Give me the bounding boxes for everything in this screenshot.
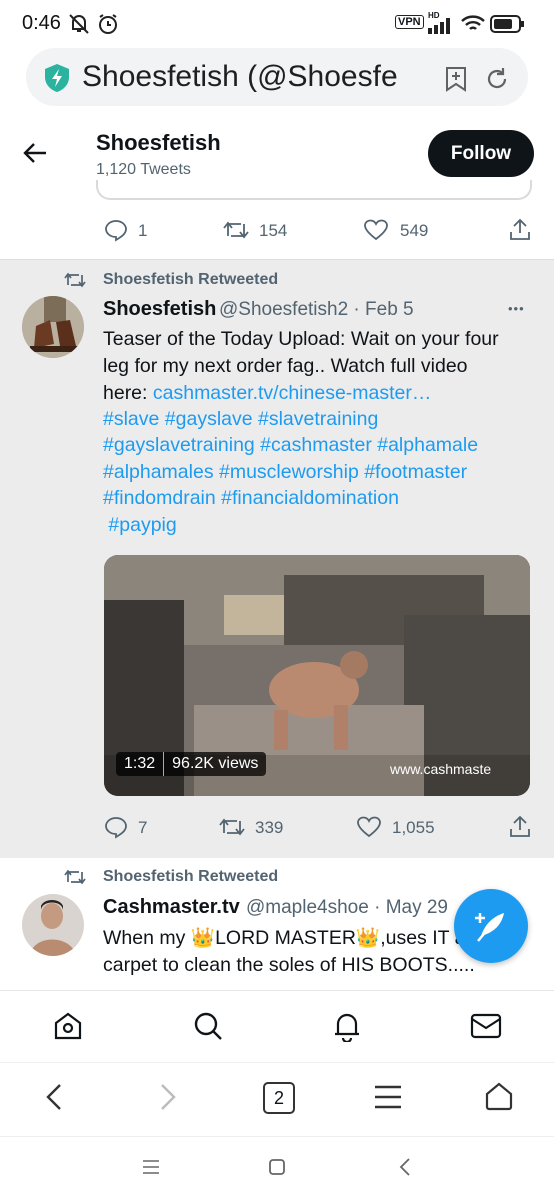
compose-tweet-button[interactable] [454,889,528,963]
tweet-text-part: ,uses IT a [380,927,466,949]
like-icon[interactable] [364,219,388,241]
retweeted-by-label: Shoesfetish Retweeted [103,271,279,288]
retweet-icon[interactable] [218,816,246,838]
profile-name: Shoesfetish [96,130,221,155]
like-count: 1,055 [392,818,435,837]
system-home-icon[interactable] [268,1158,286,1176]
video-duration: 1:32 [116,752,165,776]
tweet-link[interactable]: cashmaster.tv/chinese-master… [153,382,432,404]
author-handle-date[interactable]: @maple4shoe · May 29 [246,897,448,919]
recent-apps-icon[interactable] [142,1159,160,1175]
hashtags-line[interactable]: #alphamales #muscleworship #footmaster [103,459,467,486]
retweet-count: 154 [259,221,288,240]
more-options-icon[interactable]: ••• [508,301,525,316]
menu-icon[interactable] [373,1084,403,1110]
url-title[interactable]: Shoesfetish (@Shoesfe [82,60,412,94]
video-watermark: www.cashmaste [390,761,492,777]
tweet-text-prefix: here: [103,382,153,404]
video-badges: 1:32 96.2K views [116,752,267,776]
retweet-icon[interactable] [222,219,250,241]
shield-icon [45,64,69,92]
video-player[interactable]: 1:32 96.2K views www.cashmaste [104,555,530,796]
status-bar: 0:46 VPN HD [0,0,554,46]
avatar-boots-image [22,296,84,358]
retweeted-icon [64,869,86,885]
reply-count: 7 [138,818,148,837]
vpn-badge: VPN [395,15,424,29]
avatar[interactable] [22,894,84,956]
share-icon[interactable] [509,217,531,241]
reply-icon[interactable] [104,218,128,242]
author-handle-date[interactable]: @Shoesfetish2 · Feb 5 [219,299,414,321]
system-back-icon[interactable] [398,1157,412,1177]
tweet-text-line: When my 👑LORD MASTER👑,uses IT a [103,925,465,952]
avatar-portrait-image [22,894,84,956]
hashtags-line[interactable]: #paypig [103,512,176,539]
tab-switcher-button[interactable]: 2 [263,1082,295,1114]
avatar[interactable] [22,296,84,358]
battery-icon [490,15,524,33]
crown-emoji: 👑 [190,927,216,949]
feather-plus-icon [475,913,504,942]
tweet-text-line: carpet to clean the soles of HIS BOOTS..… [103,954,475,976]
tweet-count: 1,120 Tweets [96,161,191,178]
crown-emoji: 👑 [355,927,381,949]
like-icon[interactable] [357,816,381,838]
video-views: 96.2K views [164,752,267,776]
previous-card-edge [96,180,532,200]
author-name[interactable]: Cashmaster.tv [103,896,240,919]
browser-forward-icon[interactable] [158,1083,178,1111]
wifi-icon [461,15,485,30]
retweeted-by-label: Shoesfetish Retweeted [103,868,279,885]
mute-icon [69,14,89,34]
notifications-bell-icon[interactable] [332,1010,362,1042]
tweet-text-line: leg for my next order fag.. Watch full v… [103,355,468,377]
follow-button[interactable]: Follow [428,130,534,177]
reload-icon[interactable] [484,66,510,92]
browser-home-icon[interactable] [484,1081,514,1111]
bookmark-add-icon[interactable] [444,66,468,92]
reply-count: 1 [138,221,148,240]
tweet-text-line: here: cashmaster.tv/chinese-master… [103,380,431,407]
share-icon[interactable] [509,814,531,838]
search-icon[interactable] [193,1011,223,1041]
home-icon[interactable] [53,1011,83,1041]
retweeted-icon [64,272,86,288]
browser-back-icon[interactable] [44,1083,64,1111]
like-count: 549 [400,221,429,240]
reply-icon[interactable] [104,815,128,839]
back-arrow-icon[interactable] [22,141,48,165]
messages-envelope-icon[interactable] [470,1013,502,1039]
tweet-text-part: LORD MASTER [215,927,356,949]
signal-icon [428,18,450,34]
retweet-count: 339 [255,818,284,837]
clock: 0:46 [22,12,61,34]
tweet-text-line: Teaser of the Today Upload: Wait on your… [103,328,499,350]
tweet-text-part: When my [103,927,191,949]
alarm-icon [99,14,117,34]
author-name[interactable]: Shoesfetish [103,298,216,321]
url-fade [412,52,444,102]
hashtags-line[interactable]: #findomdrain #financialdomination [103,485,399,512]
hashtags-line[interactable]: #slave #gayslave #slavetraining [103,406,378,433]
hashtags-line[interactable]: #gayslavetraining #cashmaster #alphamale [103,432,478,459]
